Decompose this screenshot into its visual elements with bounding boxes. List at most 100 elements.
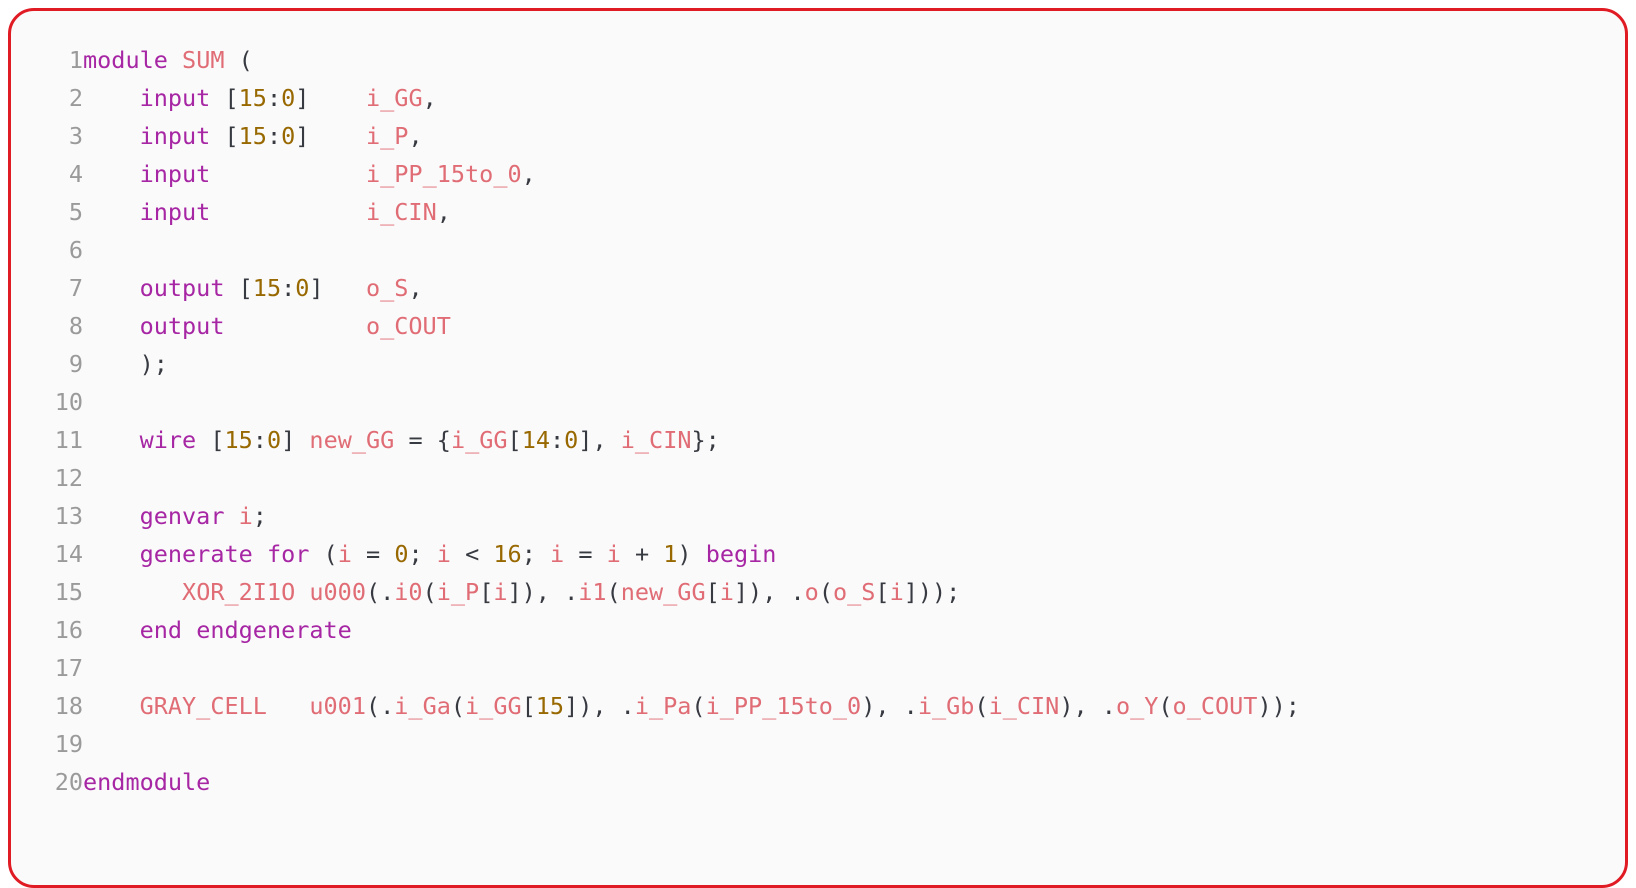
code-token-id: i — [493, 578, 508, 606]
code-token-num: 15 — [224, 426, 253, 454]
code-token-id: i_CIN — [365, 198, 437, 226]
code-token-num: 0 — [295, 274, 310, 302]
line-number: 16 — [54, 616, 83, 644]
line-content[interactable]: input i_PP_15to_0, — [83, 155, 1300, 193]
code-token-pun: = — [578, 540, 593, 568]
code-token-pun: ; — [408, 540, 437, 568]
code-token-num: 0 — [266, 426, 282, 454]
code-token-pun: , — [436, 198, 451, 226]
code-token-pun: , — [408, 274, 423, 302]
code-token-id: i_CIN — [988, 692, 1060, 720]
code-token-num: 0 — [564, 426, 579, 454]
code-token-pun: ( — [691, 692, 706, 720]
line-content[interactable]: input i_CIN, — [83, 193, 1300, 231]
line-content[interactable]: genvar i; — [83, 497, 1300, 535]
line-content[interactable]: output o_COUT — [83, 307, 1300, 345]
code-token-id: GRAY_CELL — [139, 692, 267, 720]
line-content[interactable]: XOR_2I1O u000(.i0(i_P[i]), .i1(new_GG[i]… — [83, 573, 1300, 611]
line-content[interactable]: endmodule — [83, 763, 1300, 801]
code-token-pun: ( — [974, 692, 989, 720]
line-content[interactable]: output [15:0] o_S, — [83, 269, 1300, 307]
code-token-kw: module — [83, 46, 168, 74]
code-token-kw: input — [139, 160, 211, 188]
code-line: 14 generate for (i = 0; i < 16; i = i + … — [11, 535, 1300, 573]
line-content[interactable]: ); — [83, 345, 1300, 383]
code-token-id: i_GG — [450, 426, 508, 454]
line-content[interactable]: wire [15:0] new_GG = {i_GG[14:0], i_CIN}… — [83, 421, 1300, 459]
code-token-id: i — [550, 540, 565, 568]
code-token-kw: genvar — [139, 502, 225, 530]
line-content[interactable]: module SUM ( — [83, 41, 1300, 79]
code-token-kw: input — [139, 122, 211, 150]
line-number: 18 — [54, 692, 83, 720]
line-content[interactable]: input [15:0] i_GG, — [83, 79, 1300, 117]
code-token-num: 15 — [535, 692, 565, 720]
line-content[interactable]: end endgenerate — [83, 611, 1300, 649]
code-token-id: o_COUT — [1172, 692, 1258, 720]
line-content[interactable]: ​ — [83, 649, 1300, 687]
code-token-pun: )); — [1257, 692, 1300, 720]
line-content[interactable]: ​ — [83, 459, 1300, 497]
code-line: 9 ); — [11, 345, 1300, 383]
code-token-num: 0 — [394, 540, 409, 568]
code-token-kw: wire — [139, 426, 197, 454]
line-number: 6 — [68, 236, 83, 264]
code-token-pun: (. — [365, 578, 395, 606]
code-token-pun: , . — [1073, 692, 1116, 720]
line-number: 20 — [54, 768, 83, 796]
code-line: 18 GRAY_CELL u001(.i_Ga(i_GG[15]), .i_Pa… — [11, 687, 1300, 725]
code-line: 16 end endgenerate — [11, 611, 1300, 649]
code-token-id: new_GG — [309, 426, 395, 454]
code-token-pun: , — [521, 160, 536, 188]
line-number: 11 — [54, 426, 83, 454]
code-token-pun: = — [408, 426, 423, 454]
line-content[interactable]: GRAY_CELL u001(.i_Ga(i_GG[15]), .i_Pa(i_… — [83, 687, 1300, 725]
code-token-pun: [ — [875, 578, 890, 606]
code-token-id: i — [719, 578, 734, 606]
line-content[interactable]: input [15:0] i_P, — [83, 117, 1300, 155]
code-token-id: u000 — [309, 578, 366, 606]
code-token-pun: [ — [224, 122, 239, 150]
code-token-id: o_S — [832, 578, 876, 606]
line-content[interactable]: ​ — [83, 231, 1300, 269]
code-token-kw: begin — [705, 540, 777, 568]
code-line: 1 module SUM ( — [11, 41, 1300, 79]
code-token-pun: ] — [295, 84, 310, 112]
line-content[interactable]: generate for (i = 0; i < 16; i = i + 1) … — [83, 535, 1300, 573]
code-token-id: i_P — [436, 578, 480, 606]
line-content[interactable]: ​ — [83, 725, 1300, 763]
code-token-pun: + — [634, 540, 650, 568]
code-token-kw: for — [266, 540, 310, 568]
code-token-pun: [ — [521, 692, 536, 720]
code-line: 2 input [15:0] i_GG, — [11, 79, 1300, 117]
code-token-pun: , . — [592, 692, 635, 720]
line-content[interactable]: ​ — [83, 383, 1300, 421]
code-token-pun: : — [549, 426, 565, 454]
code-token-id: i — [337, 540, 352, 568]
code-scroll-area[interactable]: 1 module SUM (2 input [15:0] i_GG, 3 input… — [11, 11, 1625, 885]
code-table: 1 module SUM (2 input [15:0] i_GG, 3 input… — [11, 41, 1300, 801]
code-token-pun: ] — [309, 274, 324, 302]
code-token-pun: = — [366, 540, 381, 568]
code-token-kw: end — [139, 616, 183, 644]
code-token-pun: { — [436, 426, 451, 454]
code-token-pun: [ — [210, 426, 225, 454]
